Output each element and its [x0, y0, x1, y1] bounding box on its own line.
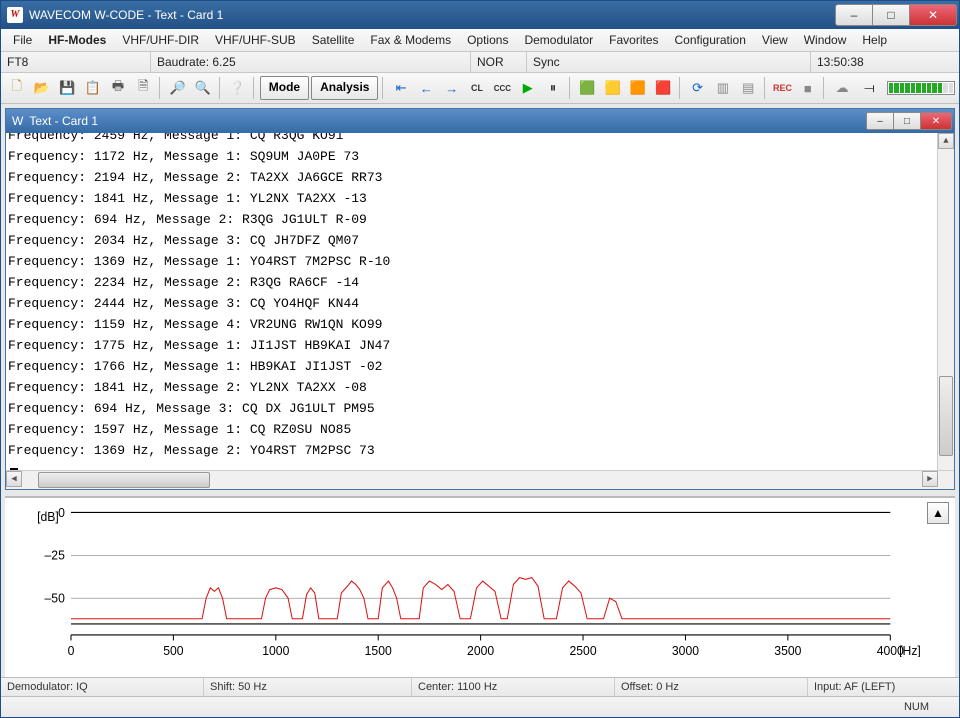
app-icon: W: [7, 7, 23, 23]
new-icon[interactable]: 🗋: [5, 76, 28, 100]
menu-view[interactable]: View: [754, 31, 796, 49]
status-offset: Offset: 0 Hz: [615, 678, 808, 696]
cl-icon[interactable]: CL: [465, 76, 488, 100]
svg-text:–25: –25: [45, 547, 65, 563]
find-icon[interactable]: 🔎: [166, 76, 189, 100]
panel-1-icon[interactable]: 🟩: [576, 76, 599, 100]
svg-text:0: 0: [58, 508, 65, 520]
menu-fax-modems[interactable]: Fax & Modems: [362, 31, 459, 49]
copy-icon[interactable]: 📋: [81, 76, 104, 100]
stop-icon[interactable]: ■: [796, 76, 819, 100]
rewind-icon[interactable]: ⇤: [389, 76, 412, 100]
menu-vhf-uhf-sub[interactable]: VHF/UHF-SUB: [207, 31, 304, 49]
close-button[interactable]: ✕: [910, 4, 957, 26]
decoded-text-area[interactable]: Frequency: 2459 Hz, Message 1: CQ R3QG K…: [6, 133, 954, 489]
mode-cell: FT8: [1, 52, 151, 72]
child-titlebar: W Text - Card 1 – □ ✕: [6, 109, 954, 133]
refresh-icon[interactable]: ⟳: [686, 76, 709, 100]
menu-favorites[interactable]: Favorites: [601, 31, 666, 49]
menu-vhf-uhf-dir[interactable]: VHF/UHF-DIR: [114, 31, 207, 49]
menu-demodulator[interactable]: Demodulator: [516, 31, 601, 49]
menu-help[interactable]: Help: [854, 31, 895, 49]
spectrum-chart: [dB]0–25–5005001000150020002500300035004…: [15, 508, 931, 657]
save-icon[interactable]: 💾: [56, 76, 79, 100]
svg-text:0: 0: [68, 642, 75, 657]
menu-file[interactable]: File: [5, 31, 40, 49]
print-preview-icon[interactable]: 🗎: [132, 76, 155, 100]
svg-text:[Hz]: [Hz]: [899, 642, 921, 657]
spectrum-panel: ▲ [dB]0–25–50050010001500200025003000350…: [5, 496, 955, 677]
svg-text:3500: 3500: [774, 642, 801, 657]
svg-text:3000: 3000: [672, 642, 699, 657]
status-bar: Demodulator: IQ Shift: 50 Hz Center: 110…: [1, 677, 959, 696]
svg-text:1000: 1000: [262, 642, 289, 657]
forward-icon[interactable]: →: [440, 76, 463, 100]
svg-text:[dB]: [dB]: [37, 509, 59, 525]
panel-3-icon[interactable]: 🟧: [626, 76, 649, 100]
child-maximize-button[interactable]: □: [894, 112, 921, 130]
layout-2-icon[interactable]: ▤: [737, 76, 760, 100]
window-title: WAVECOM W-CODE - Text - Card 1: [29, 8, 223, 22]
signal-meter: [887, 81, 955, 95]
find-replace-icon[interactable]: 🔍: [191, 76, 214, 100]
scroll-right-icon[interactable]: ▶: [922, 471, 938, 487]
menu-configuration[interactable]: Configuration: [667, 31, 754, 49]
menubar: FileHF-ModesVHF/UHF-DIRVHF/UHF-SUBSatell…: [1, 29, 959, 52]
status-center: Center: 1100 Hz: [412, 678, 615, 696]
scroll-up-icon[interactable]: ▲: [938, 133, 954, 149]
analysis-button[interactable]: Analysis: [311, 76, 378, 100]
menu-window[interactable]: Window: [796, 31, 855, 49]
record-icon[interactable]: REC: [771, 76, 794, 100]
print-icon[interactable]: 🖶: [106, 76, 129, 100]
status-shift: Shift: 50 Hz: [204, 678, 412, 696]
vertical-scrollbar[interactable]: ▲ ▼: [937, 133, 954, 489]
menu-satellite[interactable]: Satellite: [304, 31, 363, 49]
toolbar: 🗋 📂 💾 📋 🖶 🗎 🔎 🔍 ❔ Mode Analysis ⇤ ← → CL…: [1, 73, 959, 104]
hscroll-thumb[interactable]: [38, 472, 210, 488]
child-minimize-button[interactable]: –: [866, 112, 894, 130]
vscroll-thumb[interactable]: [939, 376, 953, 456]
svg-text:–50: –50: [45, 590, 65, 606]
clock-cell: 13:50:38: [811, 52, 959, 72]
menu-hf-modes[interactable]: HF-Modes: [40, 31, 114, 49]
svg-text:2000: 2000: [467, 642, 494, 657]
status-demod: Demodulator: IQ: [1, 678, 204, 696]
maximize-button[interactable]: □: [873, 4, 910, 26]
horizontal-scrollbar[interactable]: ◀ ▶: [6, 471, 938, 489]
svg-text:1500: 1500: [365, 642, 392, 657]
status-input: Input: AF (LEFT): [808, 678, 959, 696]
help-icon[interactable]: ❔: [226, 76, 249, 100]
titlebar: W WAVECOM W-CODE - Text - Card 1 – □ ✕: [1, 1, 959, 29]
child-close-button[interactable]: ✕: [921, 112, 952, 130]
svg-text:500: 500: [163, 642, 183, 657]
antenna-icon[interactable]: ⟞: [858, 76, 881, 100]
play-icon[interactable]: ▶: [516, 76, 539, 100]
panel-2-icon[interactable]: 🟨: [601, 76, 624, 100]
ccc-icon[interactable]: CCC: [491, 76, 514, 100]
panel-4-icon[interactable]: 🟥: [652, 76, 675, 100]
layout-1-icon[interactable]: ▥: [711, 76, 734, 100]
sync-cell: Sync: [527, 52, 811, 72]
child-window-title: Text - Card 1: [29, 114, 98, 128]
pause-icon[interactable]: ⏸: [541, 76, 564, 100]
cloud-icon[interactable]: ☁: [830, 76, 853, 100]
child-app-icon: W: [12, 114, 23, 128]
status-bar-2: NUM: [1, 696, 959, 717]
open-icon[interactable]: 📂: [30, 76, 53, 100]
minimize-button[interactable]: –: [835, 4, 873, 26]
scroll-left-icon[interactable]: ◀: [6, 471, 22, 487]
nor-cell: NOR: [471, 52, 527, 72]
text-child-window: W Text - Card 1 – □ ✕ Frequency: 2459 Hz…: [5, 108, 955, 490]
svg-text:2500: 2500: [569, 642, 596, 657]
menu-options[interactable]: Options: [459, 31, 516, 49]
mode-button[interactable]: Mode: [260, 76, 309, 100]
mode-infobar: FT8 Baudrate: 6.25 NOR Sync 13:50:38: [1, 52, 959, 73]
baudrate-cell: Baudrate: 6.25: [151, 52, 471, 72]
back-icon[interactable]: ←: [415, 76, 438, 100]
num-lock-indicator: NUM: [904, 701, 929, 713]
